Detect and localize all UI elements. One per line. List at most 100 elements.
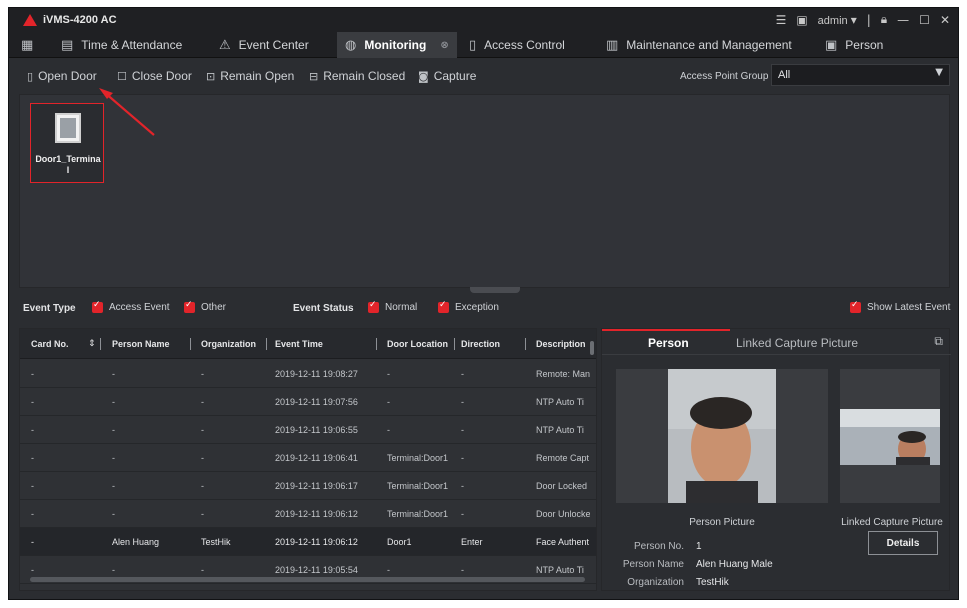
organization-label: Organization bbox=[627, 577, 684, 588]
table-cell: - bbox=[201, 369, 204, 379]
table-cell: - bbox=[112, 481, 115, 491]
table-cell: - bbox=[461, 509, 464, 519]
table-cell: - bbox=[461, 425, 464, 435]
capture-button[interactable]: ◙ Capture bbox=[418, 69, 476, 83]
table-cell: NTP Auto Ti bbox=[536, 565, 584, 575]
column-header[interactable]: Card No. bbox=[31, 339, 69, 349]
list-icon[interactable]: ☰ bbox=[776, 13, 787, 27]
table-cell: NTP Auto Ti bbox=[536, 397, 584, 407]
table-row[interactable]: - - - 2019-12-11 19:08:27 - - Remote: Man bbox=[20, 360, 596, 388]
table-cell: - bbox=[387, 565, 390, 575]
table-cell: - bbox=[201, 481, 204, 491]
table-cell: - bbox=[112, 425, 115, 435]
person-no-value: 1 bbox=[696, 541, 702, 552]
horizontal-scrollbar[interactable] bbox=[30, 577, 585, 582]
remain-open-icon: ⊡ bbox=[206, 69, 216, 83]
alarm-icon: ⚠ bbox=[219, 37, 231, 53]
close-door-button[interactable]: ☐ Close Door bbox=[117, 69, 192, 83]
nav-event-center[interactable]: ⚠ Event Center bbox=[219, 32, 309, 58]
show-latest-checkbox[interactable]: Show Latest Event bbox=[850, 300, 951, 313]
nav-access-control[interactable]: ▯ Access Control bbox=[469, 32, 565, 58]
collapse-handle[interactable] bbox=[470, 287, 520, 293]
column-header[interactable]: Event Time bbox=[275, 339, 323, 349]
triangle-logo-icon bbox=[23, 14, 37, 26]
open-door-button[interactable]: ▯ Open Door bbox=[27, 69, 97, 83]
table-cell: NTP Auto Ti bbox=[536, 425, 584, 435]
person-name-value: Alen Huang Male bbox=[696, 559, 773, 570]
checkbox-label: Access Event bbox=[109, 302, 170, 313]
table-row[interactable]: - - - 2019-12-11 19:06:17 Terminal:Door1 - Doo… bbox=[20, 472, 596, 500]
filter-row: Event Type Access Event Other Event Stat… bbox=[9, 298, 958, 320]
tab-linked-capture[interactable]: Linked Capture Picture bbox=[736, 336, 858, 350]
nav-time-attendance[interactable]: ▤ Time & Attendance bbox=[61, 32, 182, 58]
nav-grid[interactable]: ▦ bbox=[21, 32, 33, 58]
minimize-icon[interactable]: — bbox=[897, 13, 909, 27]
column-header[interactable]: Person Name bbox=[112, 339, 170, 349]
table-cell: - bbox=[387, 425, 390, 435]
table-cell: - bbox=[201, 397, 204, 407]
table-row[interactable]: - - - 2019-12-11 19:07:56 - - NTP Auto Ti bbox=[20, 388, 596, 416]
table-cell: 2019-12-11 19:06:12 bbox=[275, 509, 358, 519]
maximize-icon[interactable]: ☐ bbox=[919, 13, 930, 27]
tool-label: Close Door bbox=[131, 69, 192, 83]
access-event-checkbox[interactable]: Access Event bbox=[92, 300, 170, 313]
access-point-group-select[interactable]: All ▼ bbox=[771, 64, 950, 86]
tab-close-icon[interactable]: ⊗ bbox=[440, 40, 448, 51]
table-cell: Door Unlocke bbox=[536, 509, 590, 519]
table-row[interactable]: - - - 2019-12-11 19:06:41 Terminal:Door1 - Rem… bbox=[20, 444, 596, 472]
table-cell: - bbox=[461, 453, 464, 463]
table-cell: - bbox=[461, 481, 464, 491]
exception-checkbox[interactable]: Exception bbox=[438, 300, 499, 313]
table-cell: - bbox=[31, 425, 34, 435]
check-icon bbox=[184, 300, 195, 313]
normal-checkbox[interactable]: Normal bbox=[368, 300, 417, 313]
door-area: Door1_Terminal bbox=[19, 94, 950, 293]
user-menu[interactable]: admin ▾ bbox=[818, 13, 857, 27]
column-header[interactable]: Door Location bbox=[387, 339, 448, 349]
person-tabs: Person Linked Capture Picture ⧉ bbox=[602, 329, 951, 355]
door-tile[interactable]: Door1_Terminal bbox=[30, 103, 104, 183]
table-cell: - bbox=[461, 397, 464, 407]
tab-person[interactable]: Person bbox=[648, 336, 689, 350]
open-door-icon: ▯ bbox=[27, 69, 34, 83]
column-header[interactable]: Description bbox=[536, 339, 590, 349]
table-cell: - bbox=[461, 369, 464, 379]
person-card-icon: ▣ bbox=[825, 37, 838, 53]
table-cell: - bbox=[201, 509, 204, 519]
table-cell: 2019-12-11 19:06:17 bbox=[275, 481, 358, 491]
table-row[interactable]: - Alen Huang TestHik 2019-12-11 19:06:12 Doo… bbox=[20, 528, 596, 556]
details-button[interactable]: Details bbox=[868, 531, 938, 555]
lock-icon[interactable]: 🔒︎ bbox=[881, 12, 887, 27]
nav-person[interactable]: ▣ Person bbox=[825, 32, 883, 58]
table-cell: - bbox=[31, 369, 34, 379]
table-cell: - bbox=[31, 565, 34, 575]
expand-icon[interactable]: ⧉ bbox=[934, 334, 943, 349]
nav-monitoring[interactable]: ◍ Monitoring ⊗ bbox=[337, 32, 457, 58]
checkbox-label: Exception bbox=[455, 302, 499, 313]
table-row[interactable]: - - - 2019-12-11 19:06:55 - - NTP Auto Ti bbox=[20, 416, 596, 444]
door-label: Door1_Terminal bbox=[35, 154, 101, 175]
column-header[interactable]: Direction bbox=[461, 339, 500, 349]
table-cell: Remote: Man bbox=[536, 369, 590, 379]
checkbox-label: Other bbox=[201, 302, 227, 313]
table-cell: Terminal:Door1 bbox=[387, 453, 449, 463]
table-row[interactable]: - - - 2019-12-11 19:06:12 Terminal:Door1 - Doo… bbox=[20, 500, 596, 528]
vertical-scrollbar[interactable] bbox=[590, 341, 594, 355]
person-picture bbox=[616, 369, 828, 503]
table-cell: Face Authent bbox=[536, 537, 590, 547]
close-icon[interactable]: ✕ bbox=[940, 13, 950, 27]
checkbox-label: Show Latest Event bbox=[867, 302, 951, 313]
monitor-icon[interactable]: ▣ bbox=[796, 13, 807, 27]
column-header[interactable]: Organization bbox=[201, 339, 256, 349]
other-checkbox[interactable]: Other bbox=[184, 300, 227, 313]
tool-label: Capture bbox=[433, 69, 477, 83]
remain-open-button[interactable]: ⊡ Remain Open bbox=[206, 69, 294, 83]
nav-maintenance[interactable]: ▥ Maintenance and Management bbox=[606, 32, 792, 58]
sort-icon[interactable]: ⇕ bbox=[88, 339, 96, 349]
remain-closed-button[interactable]: ⊟ Remain Closed bbox=[309, 69, 405, 83]
nav-label: Person bbox=[845, 38, 884, 52]
table-cell: - bbox=[387, 397, 390, 407]
table-cell: - bbox=[112, 509, 115, 519]
column-divider bbox=[454, 338, 455, 350]
username: admin bbox=[817, 14, 848, 27]
